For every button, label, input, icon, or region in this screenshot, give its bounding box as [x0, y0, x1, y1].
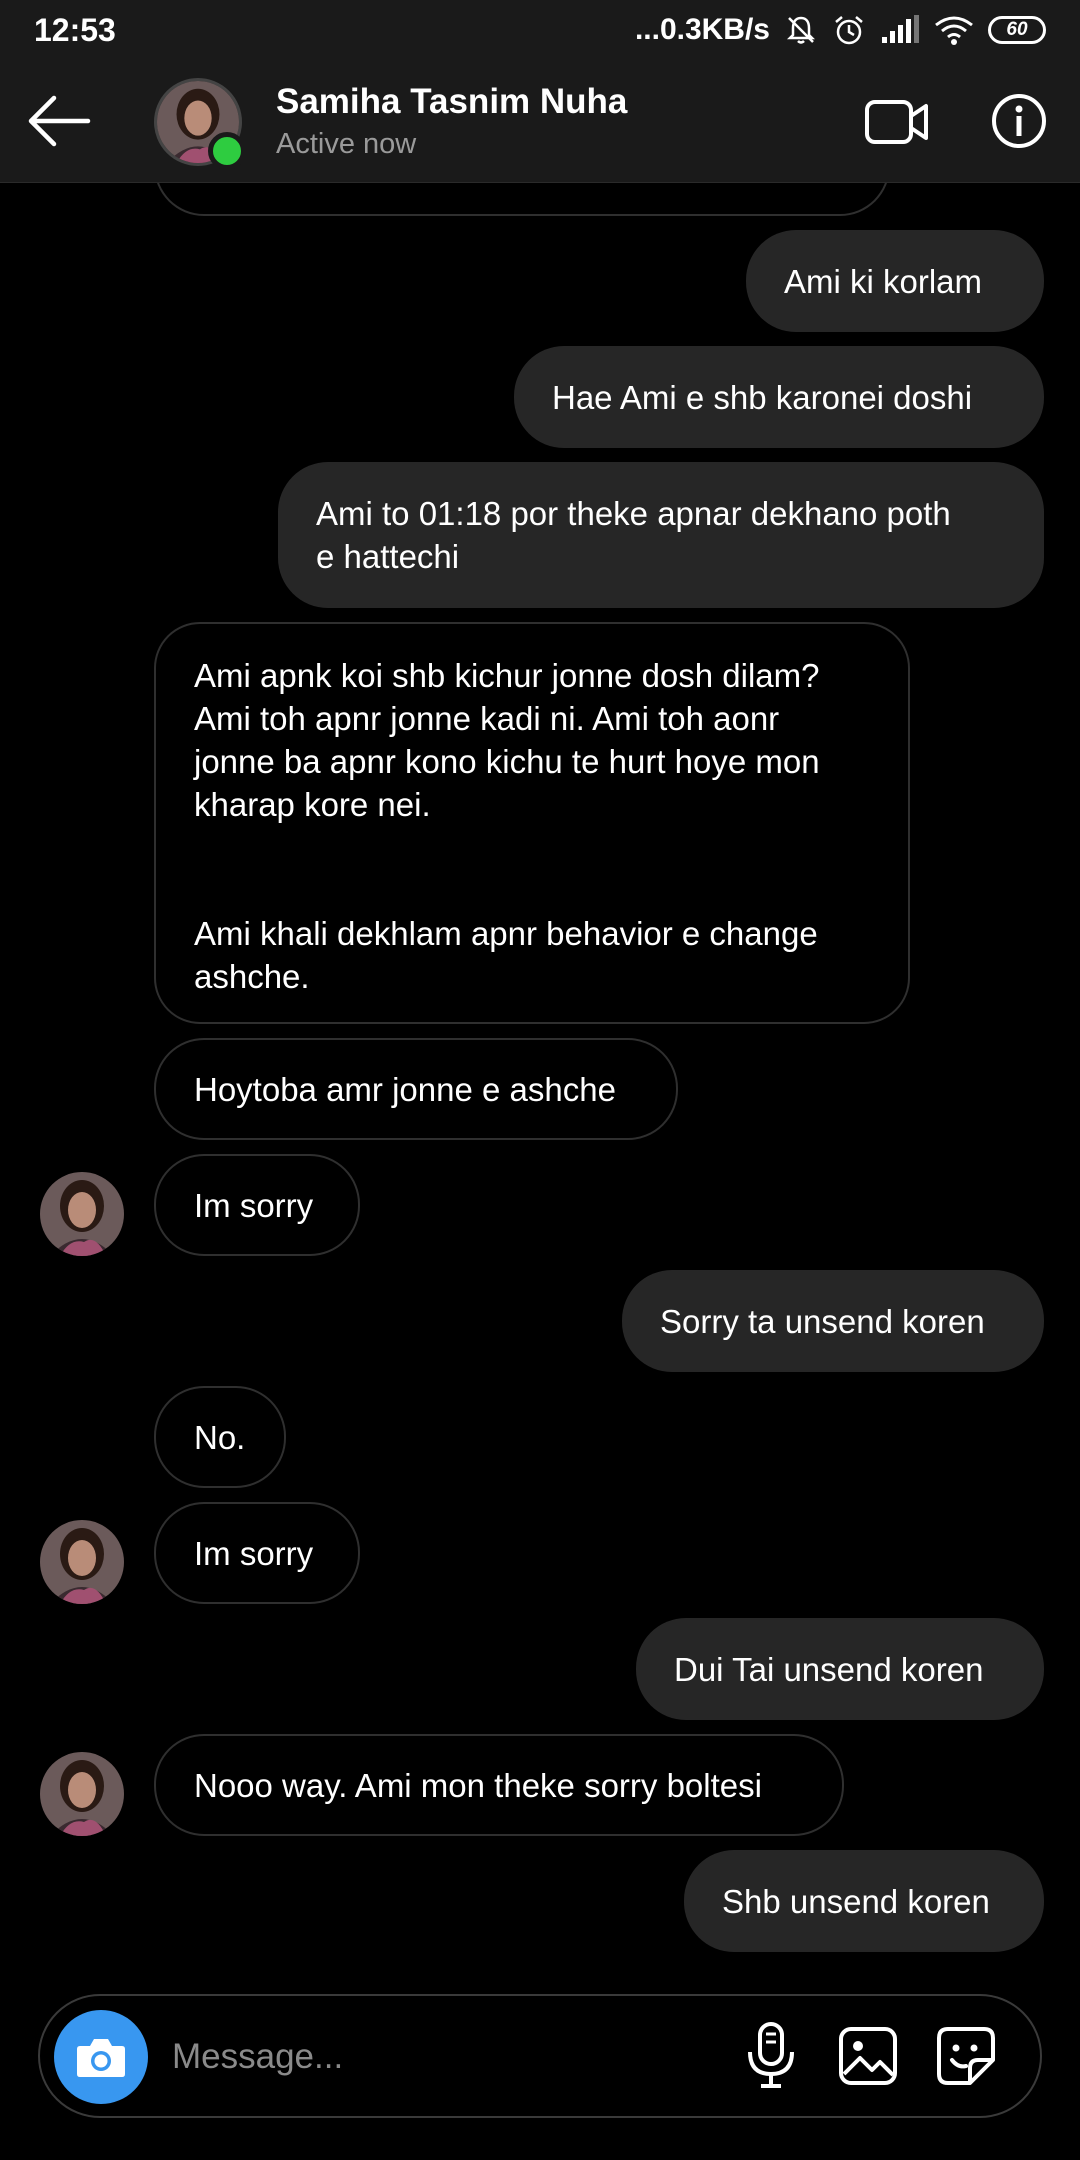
message-bubble-sent[interactable]: Dui Tai unsend koren — [636, 1618, 1044, 1720]
sender-avatar[interactable] — [40, 1752, 124, 1836]
active-status: Active now — [276, 128, 417, 160]
message-text: Ami ki korlam — [784, 262, 983, 300]
message-bubble-received[interactable]: Ami apnk koi shb kichur jonne dosh dilam… — [154, 622, 910, 1024]
message-text: Sorry ta unsend koren — [660, 1302, 985, 1340]
camera-icon — [77, 2039, 125, 2077]
message-text: Ami apnk koi shb kichur jonne dosh dilam… — [194, 657, 820, 995]
message-bubble-sent[interactable]: Shb unsend koren — [684, 1850, 1044, 1952]
sticker-icon[interactable] — [934, 2024, 998, 2088]
message-bubble-received[interactable]: Nooo way. Ami mon theke sorry boltesi — [154, 1734, 844, 1836]
message-bubble-sent[interactable]: Sorry ta unsend koren — [622, 1270, 1044, 1372]
online-indicator — [208, 132, 246, 170]
video-call-icon[interactable] — [864, 96, 930, 148]
message-text: No. — [194, 1418, 246, 1456]
chat-header: Samiha Tasnim Nuha Active now — [0, 60, 1080, 183]
network-speed: ...0.3KB/s — [634, 13, 770, 46]
message-bubble-sent[interactable]: Hae Ami e shb karonei doshi — [514, 346, 1044, 448]
back-arrow-icon[interactable] — [24, 90, 94, 152]
message-text: Im sorry — [194, 1186, 314, 1224]
message-text: Nooo way. Ami mon theke sorry boltesi — [194, 1766, 762, 1804]
sender-avatar[interactable] — [40, 1520, 124, 1604]
camera-button[interactable] — [54, 2010, 148, 2104]
alarm-icon — [835, 16, 863, 45]
status-bar: 12:53 ...0.3KB/s 60 — [0, 0, 1080, 60]
message-input[interactable] — [170, 2024, 734, 2090]
message-text: Im sorry — [194, 1534, 314, 1572]
sender-avatar[interactable] — [40, 1172, 124, 1256]
message-text: Hoytoba amr jonne e ashche — [194, 1070, 616, 1108]
battery-level: 60 — [1006, 19, 1028, 40]
microphone-icon[interactable] — [740, 2020, 802, 2092]
gallery-icon[interactable] — [836, 2024, 900, 2088]
message-bubble-received[interactable]: Im sorry — [154, 1502, 360, 1604]
wifi-icon — [935, 16, 973, 45]
message-bubble-sent[interactable]: Ami to 01:18 por theke apnar dekhano pot… — [278, 462, 1044, 608]
status-time: 12:53 — [34, 11, 116, 48]
message-text: Shb unsend koren — [722, 1882, 990, 1920]
message-bubble-received[interactable]: No. — [154, 1386, 286, 1488]
message-bubble-received[interactable]: Hoytoba amr jonne e ashche — [154, 1038, 678, 1140]
info-icon[interactable] — [990, 92, 1048, 150]
message-composer — [38, 1994, 1042, 2118]
message-text: Hae Ami e shb karonei doshi — [552, 378, 973, 416]
contact-name[interactable]: Samiha Tasnim Nuha — [276, 82, 627, 122]
message-text: Ami to 01:18 por theke apnar dekhano pot… — [316, 495, 951, 575]
message-text: Dui Tai unsend koren — [674, 1650, 984, 1688]
status-icons: ...0.3KB/s 60 — [635, 13, 1046, 47]
battery-icon: 60 — [988, 16, 1046, 44]
mute-bell-icon — [786, 16, 816, 44]
signal-icon — [882, 15, 919, 43]
message-bubble-sent[interactable]: Ami ki korlam — [746, 230, 1044, 332]
message-bubble-received[interactable]: Im sorry — [154, 1154, 360, 1256]
